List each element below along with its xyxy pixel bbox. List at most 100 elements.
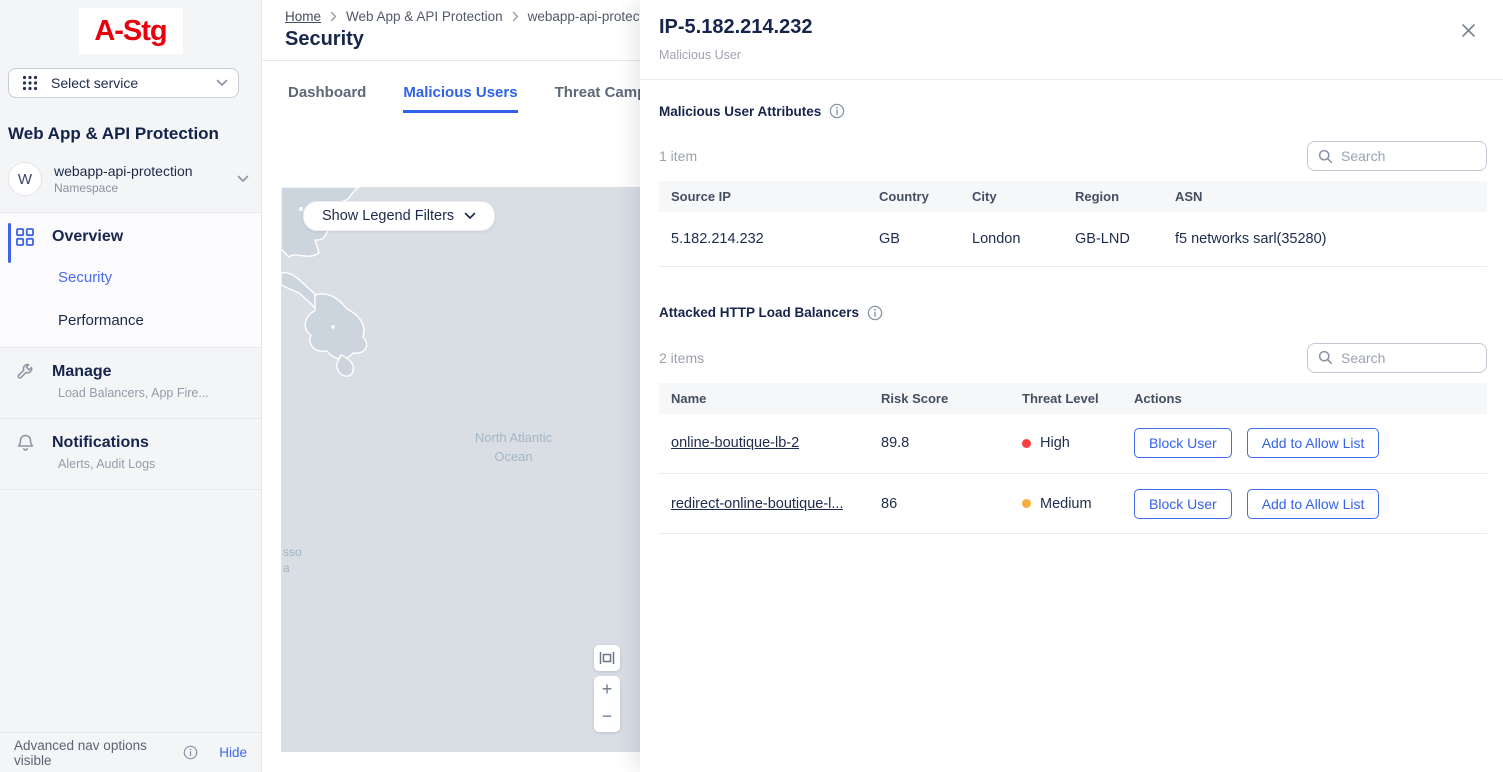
cell-country: GB — [867, 212, 960, 266]
sidebar-item-notifications-label: Notifications — [52, 434, 149, 452]
sidebar-item-overview[interactable]: Overview — [14, 227, 247, 247]
attributes-search — [1307, 141, 1487, 171]
cell-risk-score: 86 — [869, 474, 1010, 534]
brand-logo-text: A-Stg — [94, 15, 166, 48]
panel-title: IP-5.182.214.232 — [659, 16, 812, 39]
col-region: Region — [1063, 181, 1163, 212]
namespace-selector[interactable]: W webapp-api-protection Namespace — [8, 162, 253, 196]
grid-icon — [14, 227, 36, 247]
block-user-button[interactable]: Block User — [1134, 428, 1232, 458]
show-legend-filters-button[interactable]: Show Legend Filters — [303, 201, 495, 231]
info-icon[interactable] — [829, 103, 845, 119]
hide-advanced-nav-link[interactable]: Hide — [219, 745, 247, 760]
cell-source-ip: 5.182.214.232 — [659, 212, 867, 266]
lb-table: Name Risk Score Threat Level Actions onl… — [659, 383, 1487, 535]
search-icon — [1318, 350, 1333, 365]
breadcrumb: Home Web App & API Protection webapp-api… — [285, 9, 661, 24]
show-legend-filters-label: Show Legend Filters — [322, 208, 454, 224]
col-name: Name — [659, 383, 869, 414]
zoom-in-button[interactable]: + — [594, 676, 620, 703]
lb-search-input[interactable] — [1341, 350, 1476, 366]
lb-search — [1307, 343, 1487, 373]
threat-level-badge: Medium — [1022, 496, 1110, 512]
tab-dashboard[interactable]: Dashboard — [288, 84, 366, 113]
chevron-right-icon — [512, 11, 519, 22]
detail-panel: IP-5.182.214.232 Malicious User Maliciou… — [640, 0, 1503, 772]
tab-bar: Dashboard Malicious Users Threat Campaig… — [288, 84, 685, 113]
col-city: City — [960, 181, 1063, 212]
threat-level-label: High — [1040, 435, 1070, 451]
col-asn: ASN — [1163, 181, 1487, 212]
table-header-row: Source IP Country City Region ASN — [659, 181, 1487, 212]
lb-name-link[interactable]: redirect-online-boutique-l... — [671, 496, 843, 512]
sidebar-group-notifications: Notifications Alerts, Audit Logs — [0, 419, 261, 490]
sidebar-item-overview-label: Overview — [52, 228, 123, 246]
breadcrumb-item[interactable]: Web App & API Protection — [346, 9, 503, 24]
zoom-out-button[interactable]: − — [594, 703, 620, 730]
table-row: redirect-online-boutique-l... 86 Medium … — [659, 474, 1487, 534]
namespace-avatar: W — [8, 162, 42, 196]
threat-level-label: Medium — [1040, 496, 1092, 512]
sidebar-section-title: Web App & API Protection — [8, 124, 253, 144]
col-source-ip: Source IP — [659, 181, 867, 212]
chevron-down-icon — [216, 79, 228, 87]
col-risk-score: Risk Score — [869, 383, 1010, 414]
sidebar-item-manage-label: Manage — [52, 363, 112, 381]
map-place-label: sso a — [283, 545, 302, 576]
cell-city: London — [960, 212, 1063, 266]
col-actions: Actions — [1122, 383, 1487, 414]
sidebar: A-Stg Select service Web App & API Prote… — [0, 0, 262, 772]
chevron-down-icon — [237, 175, 249, 183]
app-grid-icon — [19, 75, 41, 91]
select-service-dropdown[interactable]: Select service — [8, 68, 239, 98]
attributes-search-input[interactable] — [1341, 148, 1476, 164]
sidebar-item-performance[interactable]: Performance — [58, 312, 247, 329]
threat-level-dot-icon — [1022, 439, 1031, 448]
panel-subtitle: Malicious User — [659, 48, 741, 62]
lb-item-count: 2 items — [659, 350, 704, 366]
lb-name-link[interactable]: online-boutique-lb-2 — [671, 435, 799, 451]
sidebar-item-manage-subtitle: Load Balancers, App Fire... — [58, 386, 247, 400]
lb-section-title: Attacked HTTP Load Balancers — [659, 305, 859, 320]
search-icon — [1318, 149, 1333, 164]
col-threat-level: Threat Level — [1010, 383, 1122, 414]
fit-bounds-button[interactable] — [594, 645, 620, 671]
sidebar-group-manage: Manage Load Balancers, App Fire... — [0, 348, 261, 419]
table-row: online-boutique-lb-2 89.8 High Block Use… — [659, 414, 1487, 474]
tab-malicious-users[interactable]: Malicious Users — [403, 84, 517, 113]
attributes-table: Source IP Country City Region ASN 5.182.… — [659, 181, 1487, 267]
info-icon[interactable] — [867, 305, 883, 321]
table-row: 5.182.214.232 GB London GB-LND f5 networ… — [659, 212, 1487, 266]
namespace-type-label: Namespace — [54, 181, 225, 195]
sidebar-item-manage[interactable]: Manage — [14, 362, 247, 382]
wrench-icon — [14, 362, 36, 382]
cell-risk-score: 89.8 — [869, 414, 1010, 474]
chevron-down-icon — [464, 212, 476, 220]
col-country: Country — [867, 181, 960, 212]
panel-header: IP-5.182.214.232 Malicious User — [640, 0, 1503, 80]
attributes-section-title: Malicious User Attributes — [659, 104, 821, 119]
namespace-name: webapp-api-protection — [54, 163, 225, 179]
add-to-allow-list-button[interactable]: Add to Allow List — [1247, 428, 1380, 458]
block-user-button[interactable]: Block User — [1134, 489, 1232, 519]
threat-level-dot-icon — [1022, 499, 1031, 508]
chevron-right-icon — [330, 11, 337, 22]
sidebar-footer: Advanced nav options visible Hide — [0, 732, 261, 772]
active-indicator-bar — [8, 223, 11, 263]
close-icon[interactable] — [1461, 21, 1479, 39]
brand-logo: A-Stg — [79, 8, 183, 54]
sidebar-item-notifications-subtitle: Alerts, Audit Logs — [58, 457, 247, 471]
attributes-item-count: 1 item — [659, 148, 697, 164]
sidebar-nav: Overview Security Performance Manage Loa… — [0, 212, 261, 490]
sidebar-item-security[interactable]: Security — [58, 269, 247, 286]
add-to-allow-list-button[interactable]: Add to Allow List — [1247, 489, 1380, 519]
advanced-nav-label: Advanced nav options visible — [14, 738, 176, 768]
table-header-row: Name Risk Score Threat Level Actions — [659, 383, 1487, 414]
breadcrumb-home[interactable]: Home — [285, 9, 321, 24]
page-title: Security — [285, 28, 364, 51]
bell-icon — [14, 433, 36, 453]
cell-region: GB-LND — [1063, 212, 1163, 266]
map-landmass — [281, 187, 641, 752]
sidebar-group-overview: Overview Security Performance — [0, 213, 261, 348]
sidebar-item-notifications[interactable]: Notifications — [14, 433, 247, 453]
